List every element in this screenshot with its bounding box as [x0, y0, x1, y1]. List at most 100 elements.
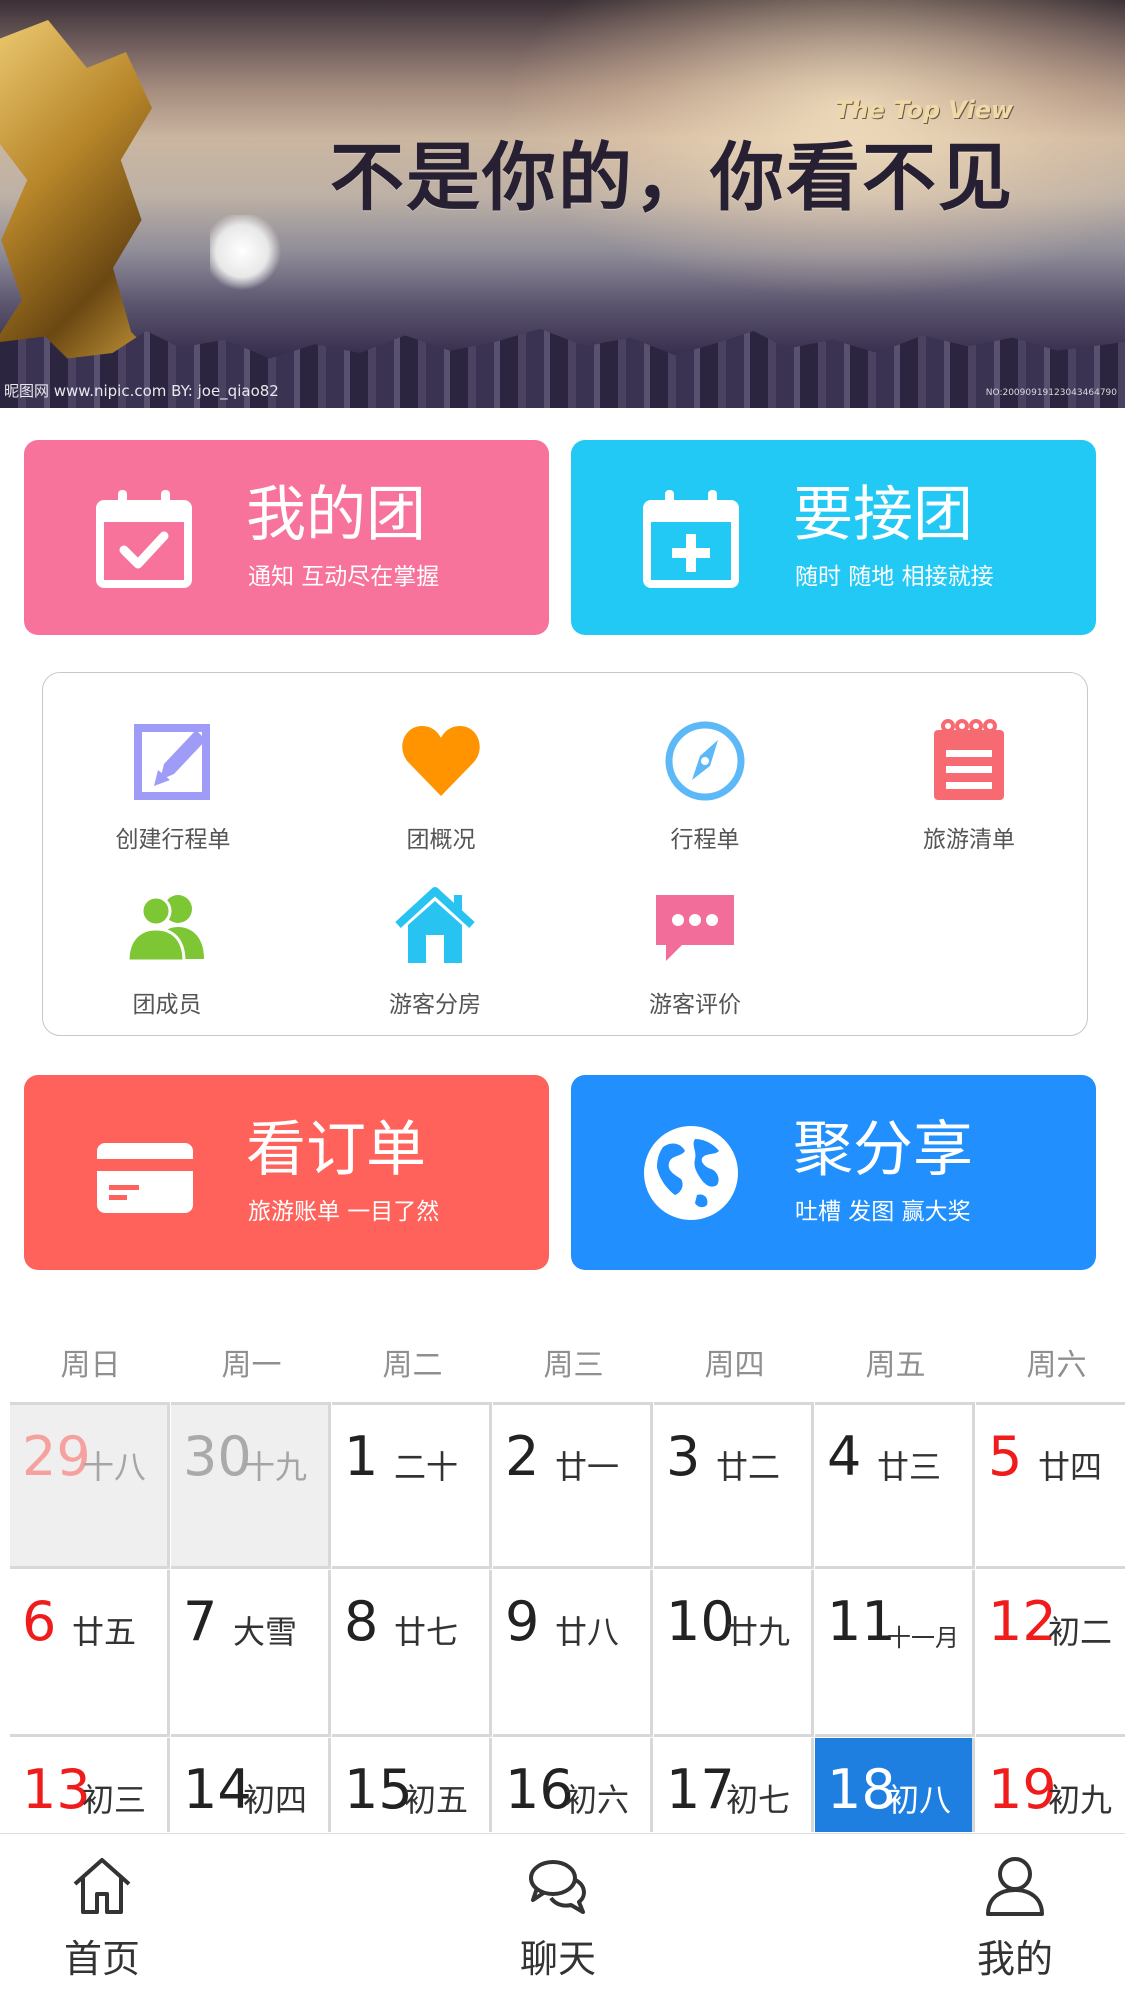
orders-subtitle: 旅游账单 一目了然 — [248, 1199, 440, 1225]
my-group-title: 我的团 — [246, 480, 426, 550]
join-group-subtitle: 随时 随地 相接就接 — [795, 564, 994, 590]
day-number: 1 — [344, 1425, 379, 1488]
calendar-day[interactable]: 4 廿三 — [815, 1402, 975, 1569]
calendar-day[interactable]: 14 初四 — [171, 1738, 331, 1832]
create-itinerary-item[interactable]: 创建行程单 — [73, 718, 273, 854]
chat-icon — [529, 1860, 586, 1914]
chat-bubble-icon — [656, 895, 734, 961]
edit-icon — [134, 724, 210, 800]
calendar-day[interactable]: 9 廿八 — [493, 1570, 653, 1737]
itinerary-item[interactable]: 行程单 — [605, 718, 805, 854]
day-number: 3 — [666, 1425, 701, 1488]
lunar-date: 初九 — [1048, 1781, 1113, 1819]
orders-card[interactable]: 看订单 旅游账单 一目了然 — [24, 1075, 549, 1270]
calendar-day[interactable]: 2 廿一 — [493, 1402, 653, 1569]
lunar-date: 廿三 — [877, 1448, 942, 1486]
lunar-date: 初五 — [404, 1781, 469, 1819]
lunar-date: 初八 — [887, 1781, 952, 1819]
room-allocation-item[interactable]: 游客分房 — [335, 883, 535, 1019]
calendar-day[interactable]: 13 初三 — [10, 1738, 170, 1832]
day-number: 4 — [827, 1425, 862, 1488]
day-number: 2 — [505, 1425, 540, 1488]
weekday-label: 周四 — [704, 1348, 765, 1383]
lunar-date: 廿九 — [726, 1613, 791, 1651]
join-group-title: 要接团 — [793, 480, 973, 550]
calendar-day[interactable]: 10 廿九 — [654, 1570, 814, 1737]
calendar-day[interactable]: 12 初二 — [976, 1570, 1125, 1737]
share-subtitle: 吐槽 发图 赢大奖 — [795, 1199, 971, 1225]
calendar-day[interactable]: 5 廿四 — [976, 1402, 1125, 1569]
calendar-day[interactable]: 30 十九 — [171, 1402, 331, 1569]
feature-label: 旅游清单 — [923, 827, 1015, 853]
house-icon — [395, 887, 475, 963]
day-number: 12 — [988, 1590, 1057, 1653]
calendar-day[interactable]: 3 廿二 — [654, 1402, 814, 1569]
share-card[interactable]: 聚分享 吐槽 发图 赢大奖 — [571, 1075, 1096, 1270]
day-number: 8 — [344, 1590, 379, 1653]
day-number: 10 — [666, 1590, 735, 1653]
calendar-day-today[interactable]: 18 初八 — [815, 1738, 975, 1832]
calendar-day[interactable]: 16 初六 — [493, 1738, 653, 1832]
lunar-date: 廿八 — [555, 1613, 620, 1651]
lunar-date: 廿二 — [716, 1448, 781, 1486]
day-number: 19 — [988, 1758, 1057, 1821]
users-icon — [126, 895, 204, 963]
join-group-card[interactable]: 要接团 随时 随地 相接就接 — [571, 440, 1096, 635]
calendar-day[interactable]: 7 大雪 — [171, 1570, 331, 1737]
notepad-icon — [934, 719, 1004, 800]
weekday-label: 周三 — [543, 1348, 604, 1383]
feature-label: 游客分房 — [389, 992, 481, 1018]
calendar-day[interactable]: 29 十八 — [10, 1402, 170, 1569]
compass-icon — [665, 721, 745, 801]
lunar-date: 大雪 — [233, 1613, 298, 1651]
group-overview-item[interactable]: 团概况 — [341, 718, 541, 854]
guest-reviews-item[interactable]: 游客评价 — [595, 883, 795, 1019]
lunar-date: 十九 — [243, 1448, 308, 1486]
lunar-date: 廿一 — [555, 1448, 620, 1486]
home-icon — [73, 1858, 131, 1914]
day-number: 15 — [344, 1758, 413, 1821]
tab-home[interactable]: 首页 — [22, 1854, 182, 1983]
travel-list-item[interactable]: 旅游清单 — [869, 718, 1069, 854]
weekday-label: 周一 — [221, 1348, 282, 1383]
feature-label: 创建行程单 — [115, 827, 231, 853]
globe-icon — [644, 1126, 738, 1220]
calendar-day[interactable]: 11 十一月 — [815, 1570, 975, 1737]
group-members-item[interactable]: 团成员 — [67, 883, 267, 1019]
horse-rider-image — [210, 215, 290, 295]
lunar-date: 初七 — [726, 1781, 791, 1819]
lunar-date: 廿五 — [72, 1613, 137, 1651]
tab-mine[interactable]: 我的 — [935, 1854, 1095, 1983]
weekday-label: 周二 — [382, 1348, 443, 1383]
day-number: 11 — [827, 1590, 896, 1653]
lunar-date: 初二 — [1048, 1613, 1113, 1651]
banner-credit: 昵图网 www.nipic.com BY: joe_qiao82 — [4, 382, 279, 400]
calendar-plus-icon — [643, 490, 739, 588]
feature-label: 游客评价 — [649, 992, 741, 1018]
calendar-day[interactable]: 17 初七 — [654, 1738, 814, 1832]
day-number: 13 — [22, 1758, 91, 1821]
calendar-day[interactable]: 8 廿七 — [332, 1570, 492, 1737]
my-group-card[interactable]: 我的团 通知 互动尽在掌握 — [24, 440, 549, 635]
lunar-date: 十八 — [82, 1448, 147, 1486]
day-number: 9 — [505, 1590, 540, 1653]
day-number: 30 — [183, 1425, 252, 1488]
banner-serial: NO:20090919123043464790 — [985, 388, 1117, 398]
top-banner[interactable]: The Top View 不是你的，你看不见 昵图网 www.nipic.com… — [0, 0, 1125, 408]
feature-label: 行程单 — [670, 827, 740, 853]
calendar-day[interactable]: 6 廿五 — [10, 1570, 170, 1737]
lunar-date: 二十 — [394, 1448, 459, 1486]
share-title: 聚分享 — [793, 1115, 973, 1185]
calendar-day[interactable]: 15 初五 — [332, 1738, 492, 1832]
day-number: 6 — [22, 1590, 57, 1653]
lunar-date: 廿四 — [1038, 1448, 1103, 1486]
lunar-date: 廿七 — [394, 1613, 459, 1651]
calendar-weekday-header: 周日 周一 周二 周三 周四 周五 周六 — [10, 1340, 1125, 1390]
calendar-day[interactable]: 19 初九 — [976, 1738, 1125, 1832]
lunar-date: 十一月 — [887, 1624, 959, 1652]
heart-icon — [402, 726, 480, 796]
credit-card-icon — [97, 1143, 193, 1213]
calendar-day[interactable]: 1 二十 — [332, 1402, 492, 1569]
day-number: 14 — [183, 1758, 252, 1821]
tab-chat[interactable]: 聊天 — [478, 1854, 638, 1983]
